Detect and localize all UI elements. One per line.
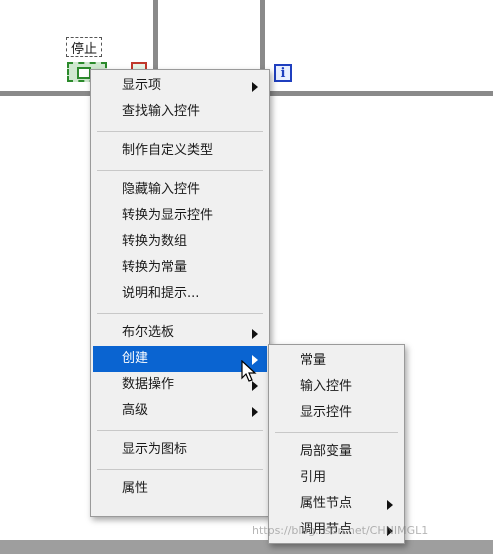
menu-item-label: 转换为常量 (122, 260, 188, 275)
submenu-arrow-icon (387, 500, 393, 510)
menu-item-label: 创建 (122, 351, 149, 366)
menu-separator (97, 313, 263, 314)
submenu-item-constant[interactable]: 常量 (271, 348, 402, 374)
menu-item-label: 说明和提示... (122, 286, 200, 301)
submenu-item-reference[interactable]: 引用 (271, 465, 402, 491)
submenu-arrow-icon (252, 82, 258, 92)
menu-separator (97, 430, 263, 431)
menu-item-label: 显示项 (122, 78, 162, 93)
menu-item-label: 属性节点 (300, 496, 353, 511)
stop-label: 停止 (66, 37, 102, 57)
wire-bottom (0, 540, 493, 554)
menu-item-label: 高级 (122, 403, 149, 418)
menu-item-label: 隐藏输入控件 (122, 182, 201, 197)
menu-item-label: 属性 (122, 481, 149, 496)
menu-item-hide-control[interactable]: 隐藏输入控件 (93, 177, 267, 203)
menu-separator (97, 131, 263, 132)
menu-item-find-control[interactable]: 查找输入控件 (93, 99, 267, 125)
menu-item-label: 输入控件 (300, 379, 353, 394)
menu-item-description-tip[interactable]: 说明和提示... (93, 281, 267, 307)
menu-item-properties[interactable]: 属性 (93, 476, 267, 502)
wire-vertical-left (153, 0, 158, 76)
menu-item-visible-items[interactable]: 显示项 (93, 73, 267, 99)
submenu-item-local-variable[interactable]: 局部变量 (271, 439, 402, 465)
menu-item-label: 显示控件 (300, 405, 353, 420)
mouse-pointer-icon (241, 360, 257, 382)
submenu-arrow-icon (252, 329, 258, 339)
menu-item-label: 转换为显示控件 (122, 208, 214, 223)
menu-item-change-to-array[interactable]: 转换为数组 (93, 229, 267, 255)
menu-item-view-as-icon[interactable]: 显示为图标 (93, 437, 267, 463)
menu-separator (97, 469, 263, 470)
context-menu: 显示项 查找输入控件 制作自定义类型 隐藏输入控件 转换为显示控件 转换为数组 … (90, 69, 270, 517)
submenu-item-indicator[interactable]: 显示控件 (271, 400, 402, 426)
menu-item-label: 数据操作 (122, 377, 175, 392)
menu-item-label: 显示为图标 (122, 442, 188, 457)
menu-item-label: 局部变量 (300, 444, 353, 459)
menu-item-label: 制作自定义类型 (122, 143, 214, 158)
menu-item-label: 转换为数组 (122, 234, 188, 249)
submenu-arrow-icon (252, 407, 258, 417)
submenu-item-property-node[interactable]: 属性节点 (271, 491, 402, 517)
menu-item-change-to-indicator[interactable]: 转换为显示控件 (93, 203, 267, 229)
menu-item-change-to-constant[interactable]: 转换为常量 (93, 255, 267, 281)
menu-separator (275, 432, 398, 433)
menu-item-advanced[interactable]: 高级 (93, 398, 267, 424)
menu-item-label: 引用 (300, 470, 327, 485)
menu-item-boolean-palette[interactable]: 布尔选板 (93, 320, 267, 346)
wire-horizontal-left (0, 91, 92, 96)
menu-item-label: 布尔选板 (122, 325, 175, 340)
iteration-terminal-icon[interactable]: i (274, 64, 292, 82)
wire-horizontal-right (262, 91, 493, 96)
submenu-item-control[interactable]: 输入控件 (271, 374, 402, 400)
create-submenu: 常量 输入控件 显示控件 局部变量 引用 属性节点 调用节点 (268, 344, 405, 544)
watermark: https://blog.csdn.net/CHNIMGL1 (252, 524, 429, 537)
menu-item-make-typedef[interactable]: 制作自定义类型 (93, 138, 267, 164)
menu-separator (97, 170, 263, 171)
menu-item-label: 常量 (300, 353, 327, 368)
menu-item-label: 查找输入控件 (122, 104, 201, 119)
wire-vertical-right (260, 0, 265, 76)
